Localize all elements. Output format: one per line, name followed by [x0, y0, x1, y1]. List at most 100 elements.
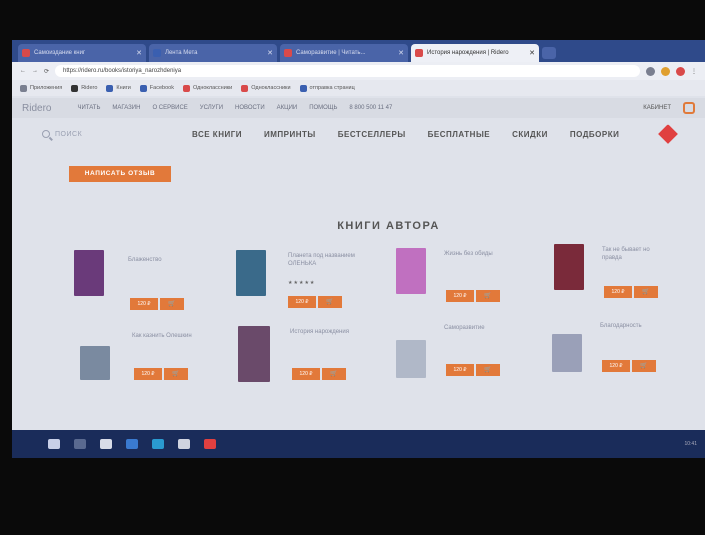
bookmark-item[interactable]: Одноклассники: [182, 84, 232, 92]
search-placeholder: ПОИСК: [55, 130, 83, 138]
add-to-cart-button[interactable]: 🛒: [160, 298, 184, 310]
app-icon[interactable]: [178, 439, 190, 449]
extension-icon[interactable]: [646, 66, 655, 76]
menu-item-free[interactable]: БЕСПЛАТНЫЕ: [428, 130, 490, 139]
bookmark-item[interactable]: отправка страниц: [299, 84, 355, 92]
book-title[interactable]: Жизнь без обиды: [444, 250, 514, 258]
book-title[interactable]: Планета под названием ОЛЕНЬКА: [288, 252, 358, 268]
tab-favicon-icon: [284, 49, 292, 57]
forward-icon[interactable]: →: [32, 68, 38, 74]
menu-item-collections[interactable]: ПОДБОРКИ: [570, 130, 620, 139]
tab-label: Лента Мета: [165, 50, 198, 56]
buy-button[interactable]: 120 ₽: [288, 296, 316, 308]
category-menu: ВСЕ КНИГИ ИМПРИНТЫ БЕСТСЕЛЛЕРЫ БЕСПЛАТНЫ…: [192, 130, 619, 139]
file-explorer-icon[interactable]: [100, 439, 112, 449]
topnav-item[interactable]: Акции: [277, 105, 298, 111]
add-to-cart-button[interactable]: 🛒: [322, 368, 346, 380]
store-icon[interactable]: [126, 439, 138, 449]
book-title[interactable]: Благодарность: [600, 322, 670, 330]
heart-icon[interactable]: [658, 124, 678, 144]
add-to-cart-button[interactable]: 🛒: [318, 296, 342, 308]
topnav-item[interactable]: Магазин: [112, 105, 140, 111]
phone-number: 8 800 500 11 47: [349, 105, 393, 111]
add-to-cart-button[interactable]: 🛒: [164, 368, 188, 380]
bookmarks-bar: Приложения Ridero Книги Facebook Однокла…: [12, 80, 705, 96]
section-title: КНИГИ АВТОРА: [337, 220, 440, 232]
topnav-item[interactable]: Новости: [235, 105, 265, 111]
close-icon[interactable]: ✕: [398, 49, 404, 57]
book-title[interactable]: Как казнить Олешкин: [132, 332, 222, 340]
book-cover[interactable]: [396, 340, 426, 378]
browser-tab[interactable]: Самоиздание книг ✕: [18, 44, 146, 62]
book-cover[interactable]: [238, 326, 270, 382]
add-to-cart-button[interactable]: 🛒: [476, 290, 500, 302]
reload-icon[interactable]: ⟳: [44, 68, 49, 75]
topnav-item[interactable]: Читать: [77, 105, 100, 111]
book-cover[interactable]: [236, 250, 266, 296]
bookmark-item[interactable]: Одноклассники: [241, 84, 291, 92]
browser-tab-bar: Самоиздание книг ✕ Лента Мета ✕ Саморазвит…: [12, 40, 705, 62]
search-icon: [42, 130, 50, 138]
buy-button[interactable]: 120 ₽: [446, 364, 474, 376]
buy-button[interactable]: 120 ₽: [134, 368, 162, 380]
add-to-cart-button[interactable]: 🛒: [476, 364, 500, 376]
book-title[interactable]: Саморазвитие: [444, 324, 514, 332]
search-icon[interactable]: [74, 439, 86, 449]
menu-item-all-books[interactable]: ВСЕ КНИГИ: [192, 130, 242, 139]
browser-tab[interactable]: Саморазвитие | Читать... ✕: [280, 44, 408, 62]
back-icon[interactable]: ←: [20, 68, 26, 74]
opera-icon[interactable]: [204, 439, 216, 449]
monitor-screen: Самоиздание книг ✕ Лента Мета ✕ Саморазвит…: [12, 40, 705, 458]
book-cover[interactable]: [554, 244, 584, 290]
bookmark-item[interactable]: Приложения: [20, 84, 62, 92]
bookmark-item[interactable]: Ridero: [71, 84, 97, 92]
tab-label: Самоиздание книг: [34, 50, 86, 56]
taskbar-clock: 10:41: [684, 441, 697, 447]
extension-icon[interactable]: [661, 66, 670, 76]
site-logo[interactable]: Ridero: [22, 103, 51, 114]
close-icon[interactable]: ✕: [267, 49, 273, 57]
book-cover[interactable]: [552, 334, 582, 372]
add-to-cart-button[interactable]: 🛒: [634, 286, 658, 298]
book-cover[interactable]: [396, 248, 426, 294]
start-icon[interactable]: [48, 439, 60, 449]
address-bar-row: ← → ⟳ https://ridero.ru/books/istoriya_n…: [12, 62, 705, 80]
menu-item-discounts[interactable]: СКИДКИ: [512, 130, 548, 139]
menu-item-bestsellers[interactable]: БЕСТСЕЛЛЕРЫ: [338, 130, 406, 139]
book-title[interactable]: Так не бывает но правда: [602, 246, 662, 262]
buy-button[interactable]: 120 ₽: [602, 360, 630, 372]
book-title[interactable]: Блаженство: [128, 256, 198, 264]
browser-tab-active[interactable]: История нарождения | Ridero ✕: [411, 44, 539, 62]
buy-button[interactable]: 120 ₽: [446, 290, 474, 302]
topnav-item[interactable]: Помощь: [309, 105, 337, 111]
close-icon[interactable]: ✕: [529, 49, 535, 57]
tab-label: Саморазвитие | Читать...: [296, 50, 366, 56]
topnav-item[interactable]: Услуги: [200, 105, 223, 111]
cart-icon[interactable]: [683, 102, 695, 114]
buy-button[interactable]: 120 ₽: [130, 298, 158, 310]
new-tab-button[interactable]: [542, 47, 556, 59]
edge-icon[interactable]: [152, 439, 164, 449]
close-icon[interactable]: ✕: [136, 49, 142, 57]
menu-item-imprints[interactable]: ИМПРИНТЫ: [264, 130, 316, 139]
book-title[interactable]: История нарождения: [290, 328, 370, 336]
rating-stars: ★★★★★: [288, 280, 316, 286]
search-field[interactable]: ПОИСК: [42, 130, 192, 138]
menu-icon[interactable]: ⋮: [691, 68, 697, 75]
topnav-item[interactable]: О сервисе: [152, 105, 187, 111]
main-nav: ПОИСК ВСЕ КНИГИ ИМПРИНТЫ БЕСТСЕЛЛЕРЫ БЕС…: [12, 120, 705, 148]
tab-label: История нарождения | Ridero: [427, 50, 509, 56]
cabinet-link[interactable]: КАБИНЕТ: [643, 105, 671, 111]
tab-favicon-icon: [22, 49, 30, 57]
book-cover[interactable]: [80, 346, 110, 380]
add-to-cart-button[interactable]: 🛒: [632, 360, 656, 372]
bookmark-item[interactable]: Книги: [106, 84, 131, 92]
browser-tab[interactable]: Лента Мета ✕: [149, 44, 277, 62]
extension-icon[interactable]: [676, 66, 685, 76]
write-review-button[interactable]: НАПИСАТЬ ОТЗЫВ: [69, 166, 171, 182]
buy-button[interactable]: 120 ₽: [292, 368, 320, 380]
bookmark-item[interactable]: Facebook: [139, 84, 174, 92]
url-input[interactable]: https://ridero.ru/books/istoriya_narozhd…: [55, 65, 640, 77]
buy-button[interactable]: 120 ₽: [604, 286, 632, 298]
book-cover[interactable]: [74, 250, 104, 296]
